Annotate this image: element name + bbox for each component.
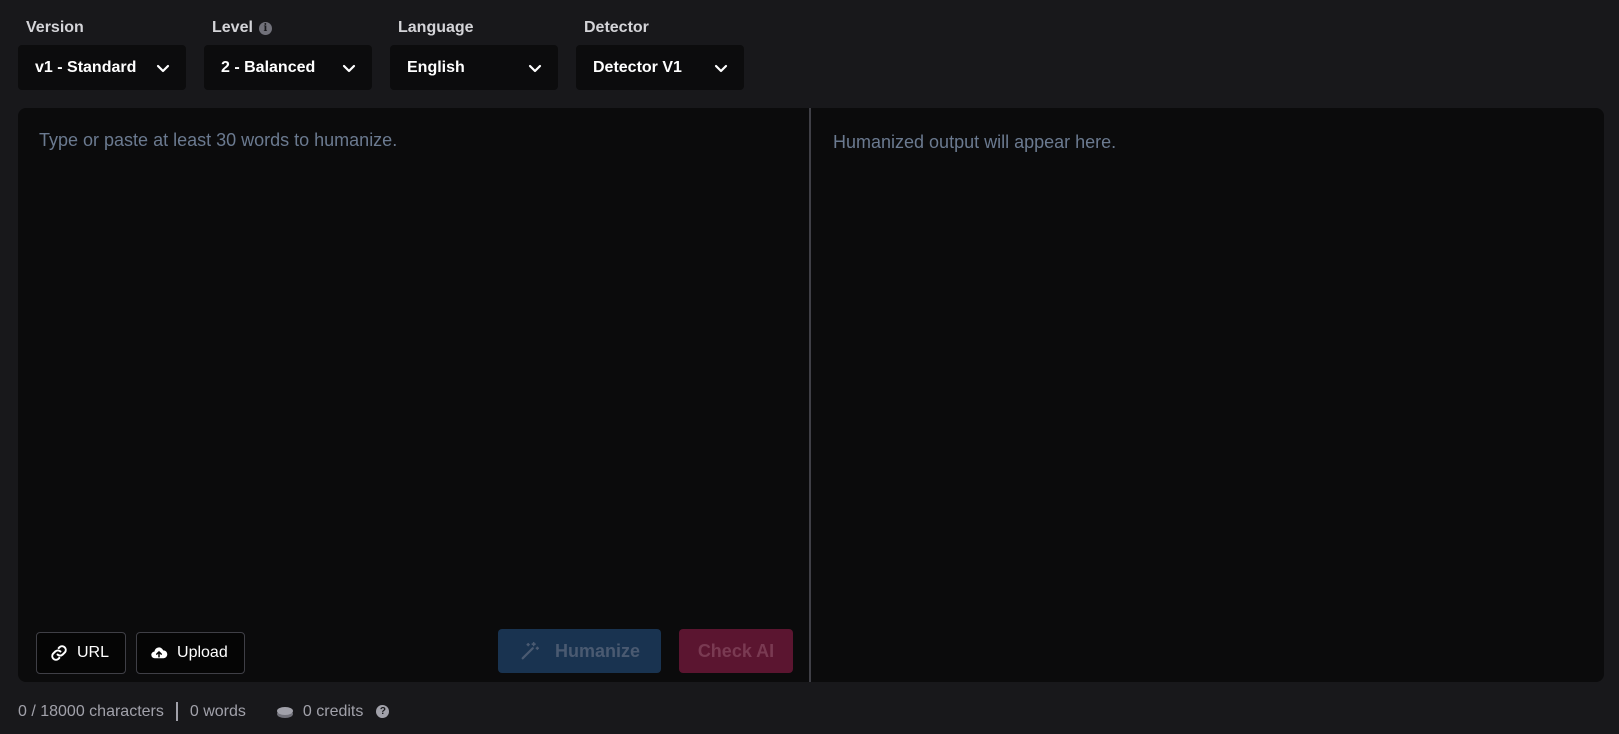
credits-info: 0 credits ? bbox=[276, 702, 390, 721]
chevron-down-icon bbox=[714, 64, 728, 72]
level-label: Level bbox=[212, 19, 253, 36]
info-icon[interactable]: i bbox=[258, 21, 272, 35]
level-control: Level i 2 - Balanced bbox=[204, 18, 372, 90]
detector-label: Detector bbox=[584, 19, 649, 36]
humanize-button-label: Humanize bbox=[554, 640, 641, 661]
version-control: Version v1 - Standard bbox=[18, 18, 186, 90]
settings-bar: Version v1 - Standard Level i 2 - Balanc… bbox=[18, 18, 744, 90]
output-placeholder: Humanized output will appear here. bbox=[833, 132, 1117, 152]
detector-control: Detector Detector V1 bbox=[576, 18, 744, 90]
url-button-label: URL bbox=[77, 644, 110, 661]
text-input[interactable] bbox=[39, 130, 789, 560]
cloud-upload-icon bbox=[151, 647, 168, 659]
input-actions: URL Upload bbox=[36, 632, 245, 674]
link-icon bbox=[51, 645, 67, 661]
upload-button[interactable]: Upload bbox=[136, 632, 245, 674]
version-label: Version bbox=[26, 19, 84, 36]
chevron-down-icon bbox=[156, 64, 170, 72]
detector-value: Detector V1 bbox=[593, 58, 682, 76]
divider bbox=[175, 702, 178, 721]
level-value: 2 - Balanced bbox=[221, 58, 316, 76]
version-value: v1 - Standard bbox=[35, 58, 137, 76]
check-ai-button[interactable]: Check AI bbox=[679, 629, 793, 673]
word-count: 0 words bbox=[189, 702, 246, 720]
credits-count: 0 credits bbox=[302, 702, 364, 720]
chevron-down-icon bbox=[342, 64, 356, 72]
humanize-button[interactable]: Humanize bbox=[498, 629, 661, 673]
language-value: English bbox=[407, 58, 465, 76]
detector-select[interactable]: Detector V1 bbox=[576, 45, 744, 90]
coins-icon bbox=[276, 706, 293, 718]
level-select[interactable]: 2 - Balanced bbox=[204, 45, 372, 90]
help-icon[interactable]: ? bbox=[376, 705, 390, 718]
input-pane: URL Upload Humanize Check AI bbox=[18, 108, 811, 682]
version-select[interactable]: v1 - Standard bbox=[18, 45, 186, 90]
editor-panel: URL Upload Humanize Check AI Humanized o… bbox=[18, 108, 1604, 682]
chevron-down-icon bbox=[528, 64, 542, 72]
output-pane: Humanized output will appear here. bbox=[811, 108, 1604, 682]
upload-button-label: Upload bbox=[177, 644, 228, 661]
language-label: Language bbox=[398, 19, 474, 36]
magic-wand-icon bbox=[521, 641, 540, 660]
character-count: 0 / 18000 characters bbox=[18, 702, 164, 720]
url-button[interactable]: URL bbox=[36, 632, 127, 674]
language-control: Language English bbox=[390, 18, 558, 90]
language-select[interactable]: English bbox=[390, 45, 558, 90]
status-footer: 0 / 18000 characters 0 words 0 credits ? bbox=[18, 702, 390, 721]
check-ai-button-label: Check AI bbox=[697, 640, 775, 661]
